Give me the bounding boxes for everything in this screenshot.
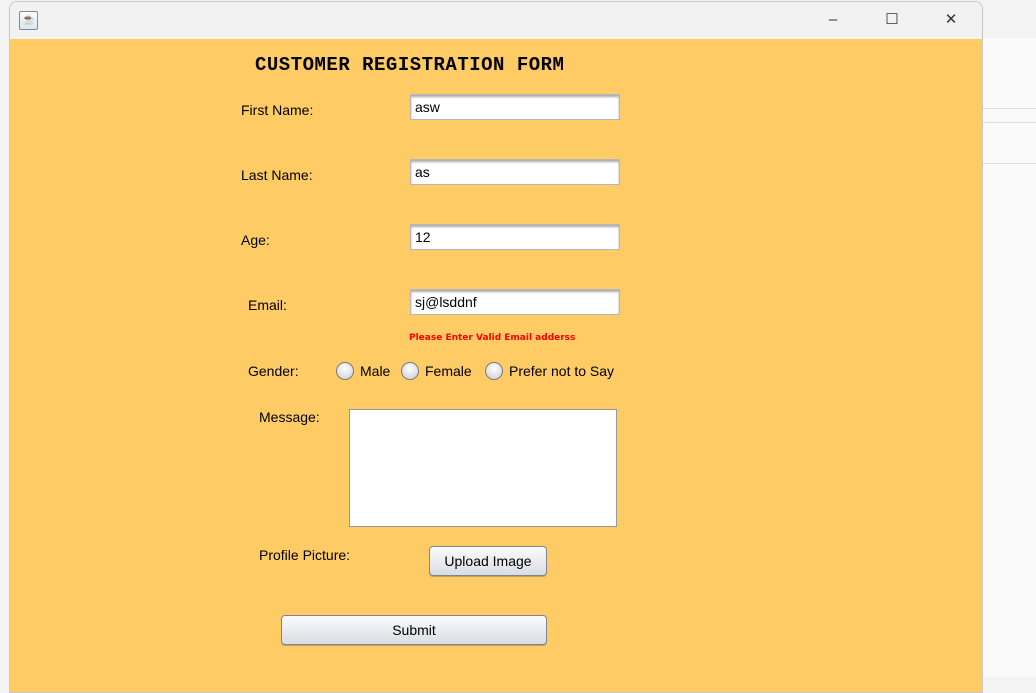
upload-image-button[interactable]: Upload Image [429,546,547,576]
last-name-label: Last Name: [241,167,313,183]
radio-button[interactable] [336,362,354,380]
minimize-icon[interactable]: – [818,8,848,32]
maximize-icon[interactable]: ☐ [877,8,907,32]
gender-label: Gender: [248,363,299,379]
gender-radio-prefer-not-to-say[interactable]: Prefer not to Say [485,362,614,380]
submit-button[interactable]: Submit [281,615,547,645]
form-title: CUSTOMER REGISTRATION FORM [255,54,565,76]
message-label: Message: [259,409,320,425]
email-input[interactable]: sj@lsddnf [410,289,620,315]
age-label: Age: [241,232,270,248]
app-window: ☕ – ☐ ✕ CUSTOMER REGISTRATION FORM First… [9,1,983,693]
title-bar[interactable]: ☕ – ☐ ✕ [10,2,982,39]
first-name-label: First Name: [241,102,314,118]
radio-label: Male [360,363,391,379]
radio-label: Prefer not to Say [509,363,615,379]
form-panel: CUSTOMER REGISTRATION FORM First Name: a… [10,39,982,692]
first-name-input[interactable]: asw [410,94,620,120]
radio-button[interactable] [485,362,503,380]
message-textarea[interactable] [349,409,617,527]
age-input[interactable]: 12 [410,224,620,250]
close-icon[interactable]: ✕ [936,8,966,32]
divider [980,122,1036,123]
profile-picture-label: Profile Picture: [259,547,351,563]
email-label: Email: [248,297,287,313]
last-name-input[interactable]: as [410,159,620,185]
divider [980,163,1036,164]
email-error-message: Please Enter Valid Email adderss [409,333,576,343]
gender-radio-male[interactable]: Male [336,362,390,380]
gender-radio-female[interactable]: Female [401,362,472,380]
radio-label: Female [425,363,472,379]
radio-button[interactable] [401,362,419,380]
divider [980,108,1036,109]
background-window [980,38,1036,677]
java-icon: ☕ [19,11,38,30]
